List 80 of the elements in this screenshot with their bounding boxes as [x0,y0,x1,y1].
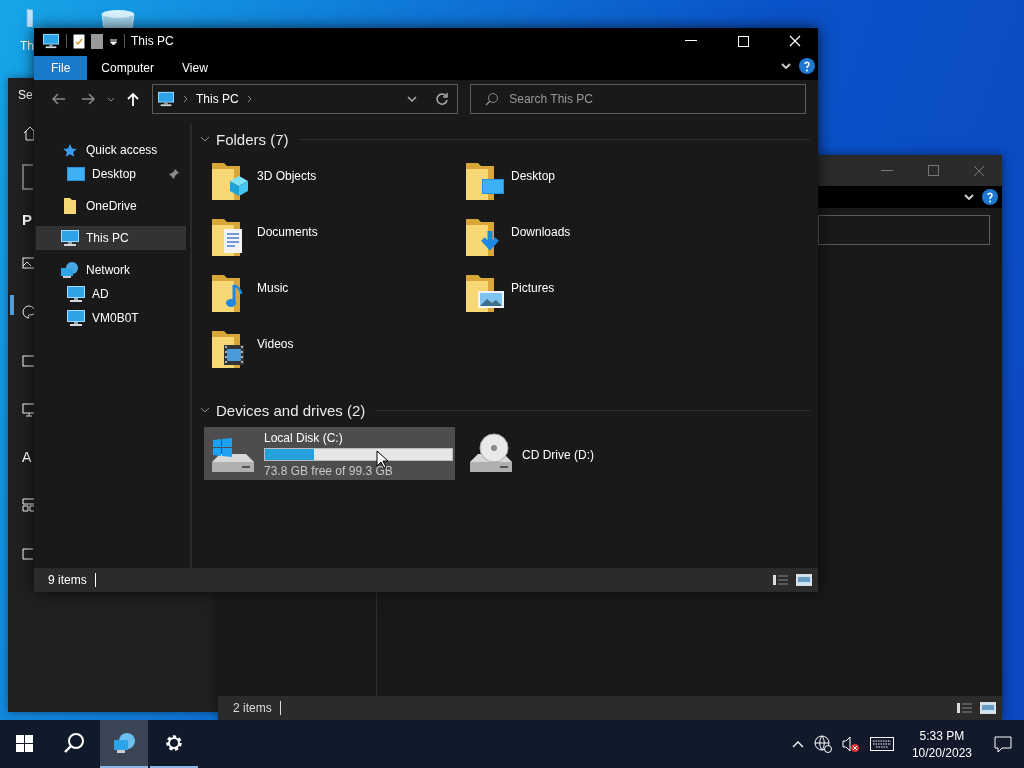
tiles-view-icon[interactable] [980,702,996,714]
pin-icon[interactable] [168,168,180,180]
dropdown-icon[interactable] [109,36,118,46]
notification-icon[interactable] [994,735,1012,753]
drive-name: Local Disk (C:) [264,431,344,445]
search-icon [485,92,500,106]
minimize-icon[interactable] [685,40,697,42]
sidebar-item[interactable]: This PC [36,226,186,250]
address-bar[interactable] [818,215,990,245]
ribbon-tab[interactable]: Computer [87,56,169,80]
sidebar-item[interactable]: OneDrive [36,194,186,218]
sidebar-item[interactable]: AD [36,282,186,306]
clock-time[interactable]: 5:33 PM [919,728,965,743]
ribbon-tab[interactable]: View [168,56,222,80]
drive-tile[interactable]: CD Drive (D:) [462,427,713,480]
status-text: 9 items [48,573,96,587]
windows-logo-icon [15,734,33,752]
document-icon[interactable] [91,33,103,49]
address-bar[interactable]: This PC [152,84,459,114]
group-heading[interactable]: Folders (7) [216,130,289,148]
folder-tile[interactable]: Videos [210,323,464,379]
help-icon[interactable] [982,189,998,205]
chevron-icon[interactable] [200,135,210,143]
network-icon [112,732,136,754]
drive-tile[interactable]: Local Disk (C:) 73.8 GB free of 99.3 GB [204,427,455,480]
chevron-icon [183,95,188,103]
desktop-icon-label: Th [20,39,34,53]
monitor-icon[interactable] [22,402,36,417]
status-text: 2 items [233,701,281,715]
folder-tile[interactable]: Music [210,267,464,323]
forward-icon[interactable] [81,93,96,105]
caret-icon[interactable] [106,96,115,102]
details-view-icon[interactable] [956,702,974,714]
chevron-icon[interactable] [964,194,974,200]
folder-icon [63,197,77,215]
refresh-icon[interactable] [435,92,450,106]
ribbon-tab[interactable]: File [34,56,88,80]
section-heading: P [22,210,32,228]
sidebar-item[interactable]: Network [36,258,186,282]
chevron-icon [246,95,252,103]
folder-tile[interactable]: Downloads [464,211,718,267]
network-icon [60,261,80,279]
nav-item-label[interactable]: A [22,449,32,465]
star-icon [63,143,77,157]
dropdown-icon[interactable] [407,96,418,102]
keyboard-icon[interactable] [869,737,894,751]
sidebar-item[interactable]: Quick access [36,138,186,162]
window-title: This PC [131,34,175,48]
help-icon[interactable] [799,58,815,74]
details-view-icon[interactable] [772,574,790,586]
desktop-icon [67,167,85,181]
tiles-view-icon[interactable] [796,574,812,586]
search-field[interactable]: Search This PC [470,84,806,114]
up-icon[interactable] [127,92,140,106]
chevron-icon[interactable] [781,63,791,69]
folder-tile[interactable]: 3D Objects [210,155,464,211]
chevron-up-icon[interactable] [791,740,804,748]
sidebar-item[interactable]: Desktop [36,162,186,186]
folder-tile[interactable]: Desktop [464,155,718,211]
sidebar-item[interactable]: VM0B0T [36,306,186,330]
properties-icon[interactable] [73,33,85,49]
free-space-text: 73.8 GB free of 99.3 GB [264,464,394,478]
speaker-muted-icon[interactable] [841,736,860,752]
group-heading[interactable]: Devices and drives (2) [216,401,366,419]
window-title: Se [18,88,33,102]
back-icon[interactable] [51,93,66,105]
search-icon [63,732,85,754]
breadcrumb[interactable]: This PC [196,92,239,106]
globe-icon[interactable] [813,735,832,753]
image-icon[interactable] [22,255,36,270]
grid-icon[interactable] [22,497,36,512]
settings-icon [164,733,184,753]
square-icon[interactable] [22,353,36,368]
drive-name: CD Drive (D:) [522,447,594,462]
taskbar-icon[interactable] [22,547,33,560]
selection-indicator [10,295,14,315]
folder-tile[interactable]: Pictures [464,267,718,323]
clock-date[interactable]: 10/20/2023 [911,745,972,760]
chevron-icon[interactable] [200,406,210,414]
folder-tile[interactable]: Documents [210,211,464,267]
